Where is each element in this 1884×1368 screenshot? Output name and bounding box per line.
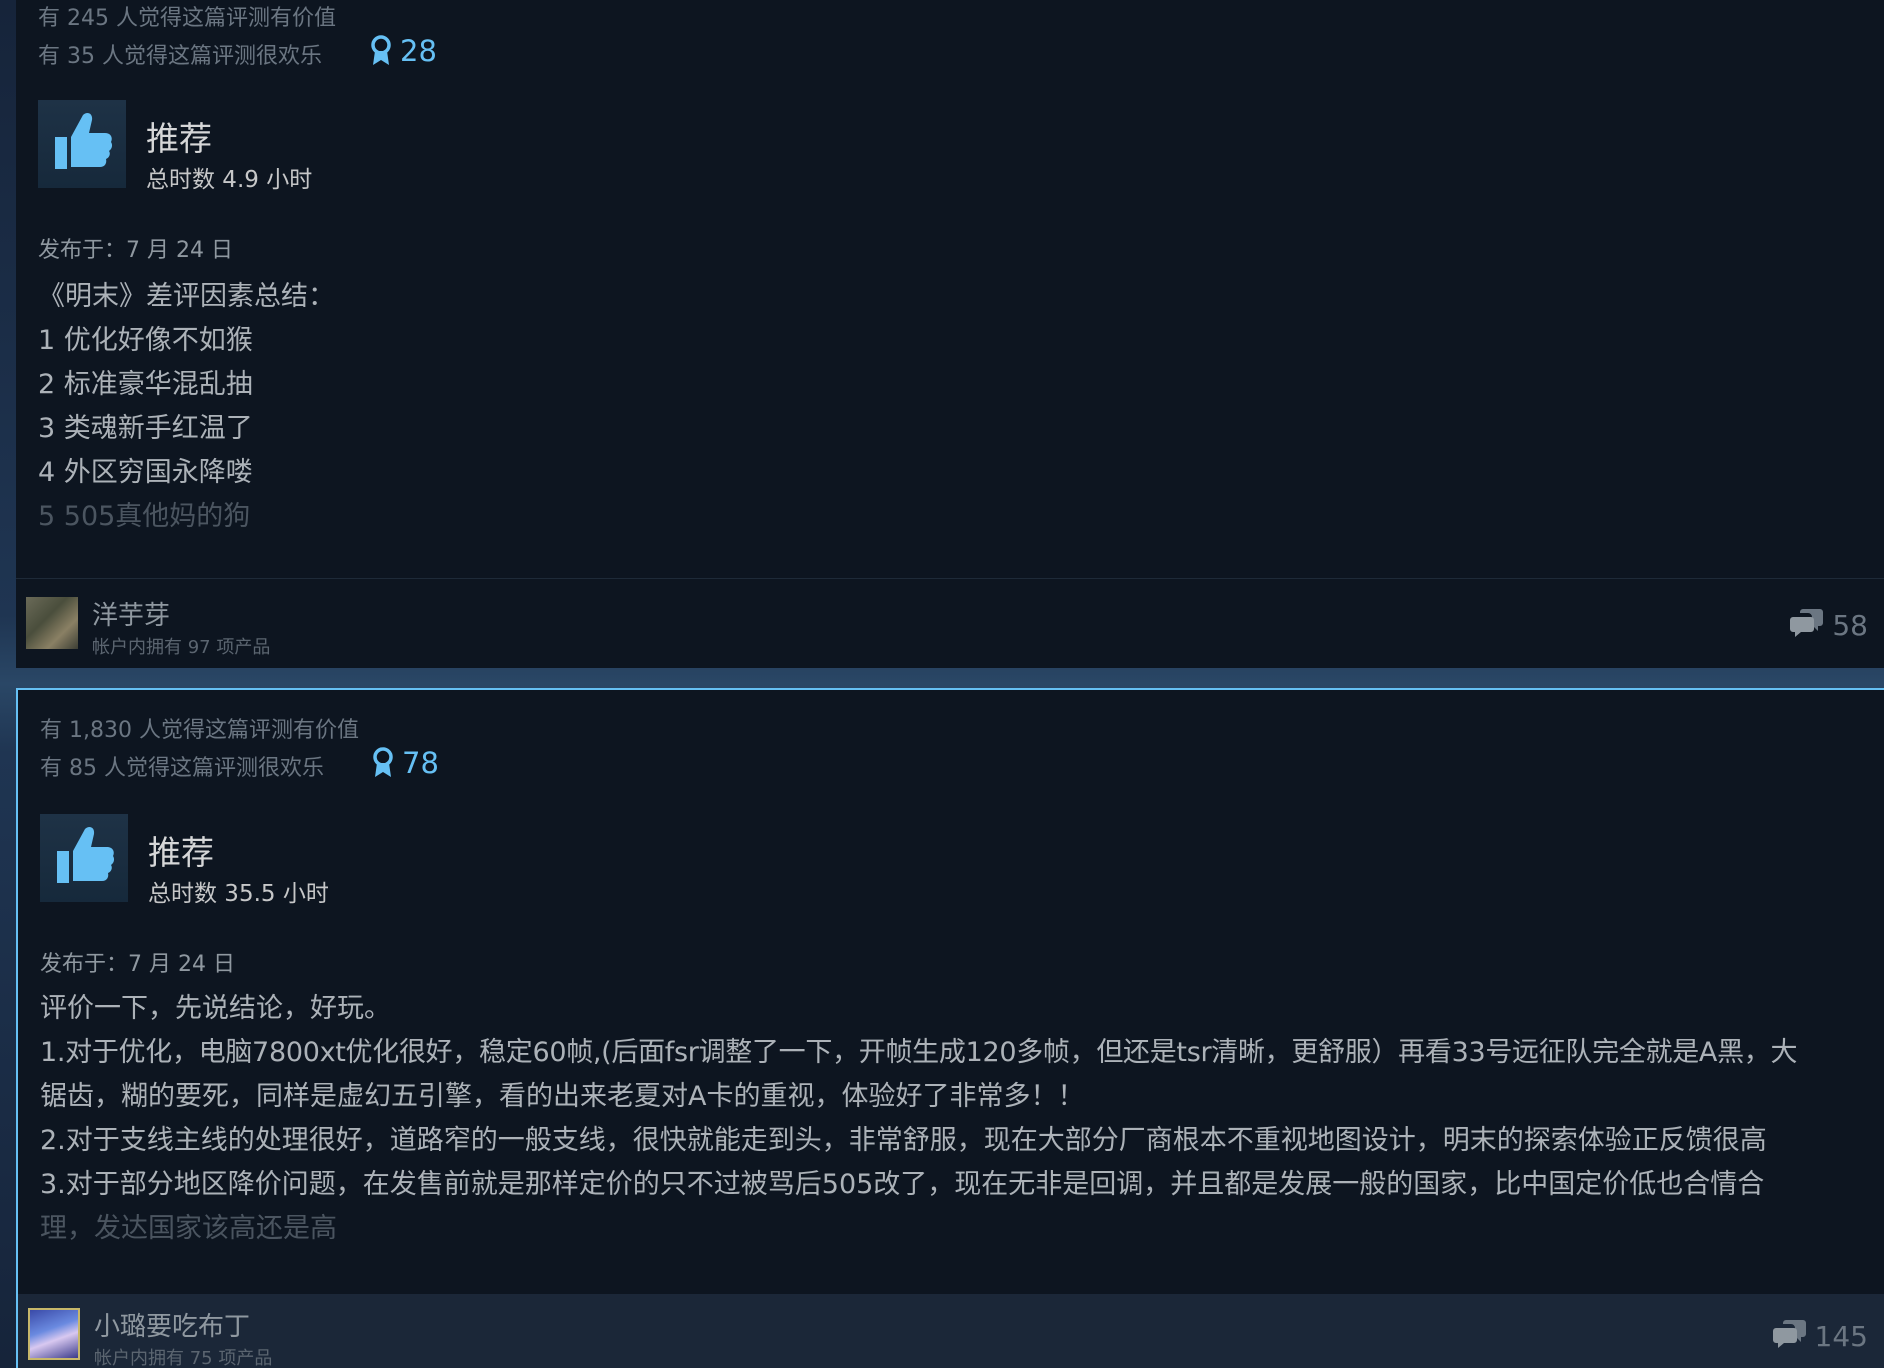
comment-bubbles-icon [1790, 607, 1824, 644]
avatar[interactable] [26, 597, 78, 649]
review-text-line: 1 优化好像不如猴 [38, 325, 253, 356]
products-owned: 帐户内拥有 97 项产品 [92, 637, 271, 658]
avatar[interactable] [28, 1308, 80, 1360]
award-badge[interactable]: 78 [372, 746, 439, 780]
review-card: 有 245 人觉得这篇评测有价值 有 35 人觉得这篇评测很欢乐 28 推荐 总… [16, 0, 1884, 668]
playtime-hours: 总时数 4.9 小时 [146, 167, 313, 193]
review-text-line: 4 外区穷国永降喽 [38, 457, 253, 488]
review-author-footer: 洋芋芽 帐户内拥有 97 项产品 58 [16, 578, 1884, 668]
award-ribbon-icon [372, 747, 394, 779]
recommendation-label: 推荐 [148, 833, 214, 872]
review-text-line: 3 类魂新手红温了 [38, 413, 253, 444]
review-text-line: 2.对于支线主线的处理很好，道路窄的一般支线，很快就能走到头，非常舒服，现在大部… [40, 1125, 1767, 1156]
review-text-line: 5 505真他妈的狗 [38, 501, 251, 532]
funny-count-text: 有 35 人觉得这篇评测很欢乐 [38, 44, 322, 69]
author-name[interactable]: 小璐要吃布丁 [94, 1306, 250, 1343]
comment-count: 145 [1814, 1320, 1868, 1353]
comment-count-button[interactable]: 58 [1790, 607, 1868, 644]
review-text-line: 2 标准豪华混乱抽 [38, 369, 253, 400]
funny-count-text: 有 85 人觉得这篇评测很欢乐 [40, 756, 324, 781]
recommendation-label: 推荐 [146, 119, 212, 158]
review-text-line: 理，发达国家该高还是高 [40, 1213, 337, 1244]
posted-date: 发布于：7 月 24 日 [40, 952, 235, 977]
thumbs-up-icon [49, 821, 119, 895]
products-owned: 帐户内拥有 75 项产品 [94, 1348, 273, 1368]
review-text-line: 锯齿，糊的要死，同样是虚幻五引擎，看的出来老夏对A卡的重视，体验好了非常多！！ [40, 1081, 1085, 1112]
award-count: 28 [400, 34, 437, 68]
review-author-footer: 小璐要吃布丁 帐户内拥有 75 项产品 145 [18, 1294, 1884, 1368]
comment-count-button[interactable]: 145 [1772, 1318, 1868, 1355]
award-badge[interactable]: 28 [370, 34, 437, 68]
review-text-line: 评价一下，先说结论，好玩。 [40, 993, 391, 1024]
helpful-count-text: 有 1,830 人觉得这篇评测有价值 [40, 718, 359, 743]
recommendation-thumb[interactable] [40, 814, 128, 902]
review-text-line: 1.对于优化，电脑7800xt优化很好，稳定60帧,(后面fsr调整了一下，开帧… [40, 1037, 1798, 1068]
thumbs-up-icon [47, 107, 117, 181]
comment-count: 58 [1832, 609, 1868, 642]
review-text-line: 3.对于部分地区降价问题，在发售前就是那样定价的只不过被骂后505改了，现在无非… [40, 1169, 1765, 1200]
review-text-line: 《明末》差评因素总结： [38, 281, 335, 312]
author-name[interactable]: 洋芋芽 [92, 595, 170, 632]
posted-date: 发布于：7 月 24 日 [38, 238, 233, 263]
comment-bubbles-icon [1772, 1318, 1807, 1355]
helpful-count-text: 有 245 人觉得这篇评测有价值 [38, 6, 336, 31]
playtime-hours: 总时数 35.5 小时 [148, 881, 329, 907]
reviews-page: 有 245 人觉得这篇评测有价值 有 35 人觉得这篇评测很欢乐 28 推荐 总… [0, 0, 1884, 1368]
recommendation-thumb[interactable] [38, 100, 126, 188]
review-card: 有 1,830 人觉得这篇评测有价值 有 85 人觉得这篇评测很欢乐 78 推荐… [16, 688, 1884, 1368]
award-ribbon-icon [370, 35, 392, 67]
award-count: 78 [402, 746, 439, 780]
